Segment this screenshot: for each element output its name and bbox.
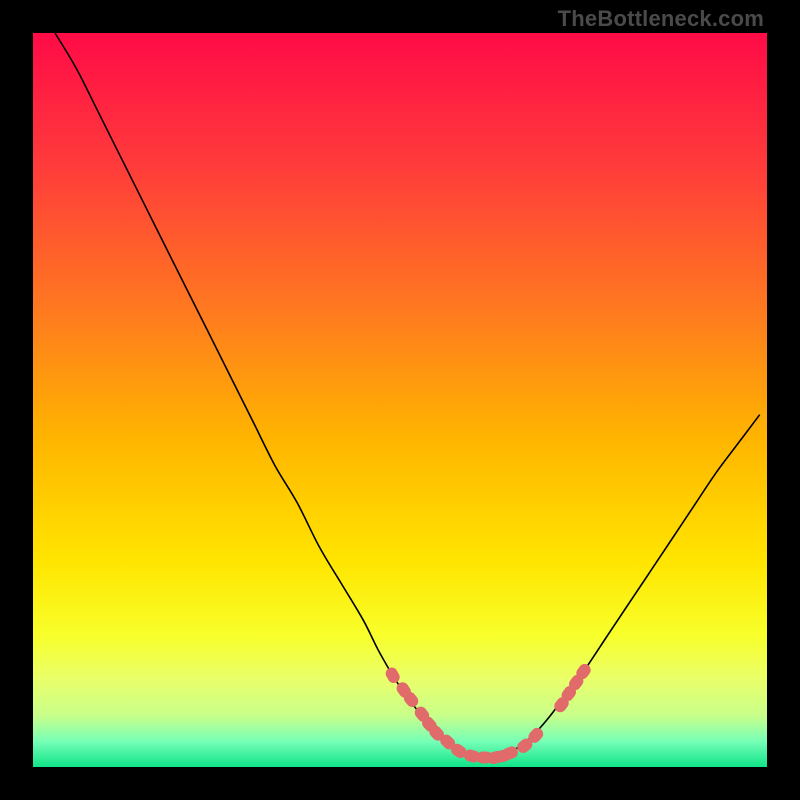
chart-frame: TheBottleneck.com (0, 0, 800, 800)
curve-marker (384, 665, 402, 685)
curve-path (55, 33, 760, 757)
plot-overlay (33, 33, 767, 767)
watermark-text: TheBottleneck.com (558, 6, 764, 32)
marker-group (384, 662, 594, 766)
